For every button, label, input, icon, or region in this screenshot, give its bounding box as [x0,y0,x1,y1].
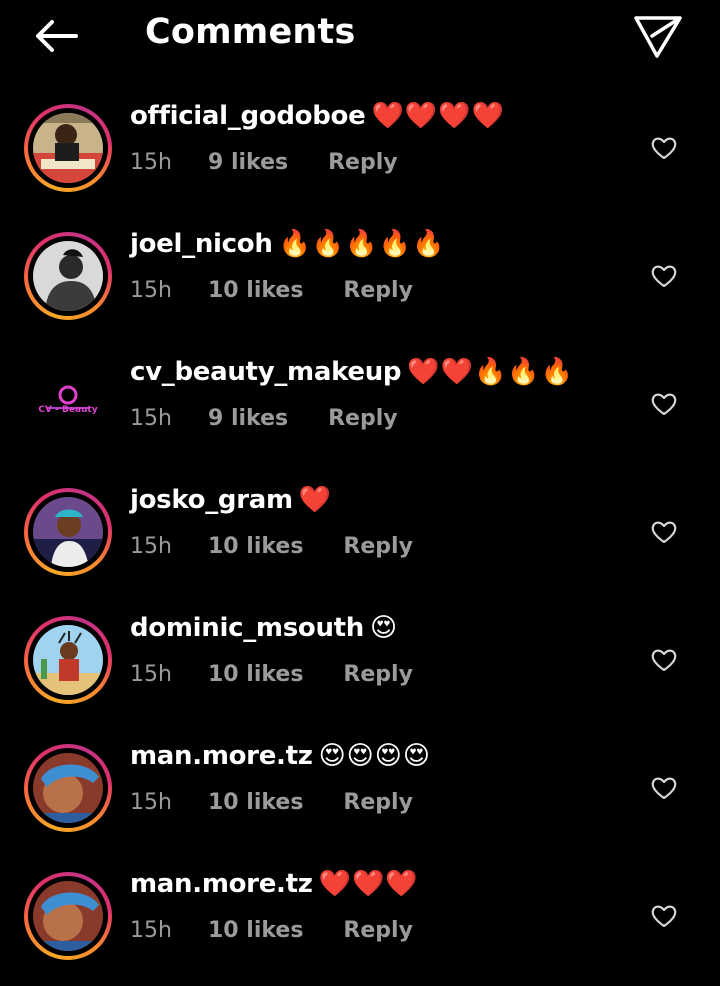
timestamp: 15h [130,918,172,943]
timestamp: 15h [130,150,172,175]
reply-button[interactable]: Reply [343,788,413,818]
like-button[interactable] [650,390,678,418]
story-ring[interactable] [24,232,112,320]
likes-count[interactable]: 10 likes [208,788,303,818]
page-title: Comments [145,12,356,52]
username[interactable]: dominic_msouth [130,613,364,643]
comment-text: ❤️❤️🔥🔥🔥 [407,357,575,387]
like-button[interactable] [650,902,678,930]
top-bar: Comments [0,0,720,72]
avatar [33,497,103,567]
username[interactable]: joel_nicoh [130,229,273,259]
comment-row: official_godoboe ❤️❤️❤️❤️ 15h 9 likes Reply [0,90,720,218]
comment-text: ❤️❤️❤️ [318,869,419,899]
comment-row: man.more.tz 😍😍😍😍 15h 10 likes Reply [0,730,720,858]
likes-count[interactable]: 9 likes [208,404,288,434]
arrow-left-icon [36,20,78,52]
comment-text: 🔥🔥🔥🔥🔥 [278,229,446,259]
comment-row: man.more.tz ❤️❤️❤️ 15h 10 likes Reply [0,858,720,986]
likes-count[interactable]: 10 likes [208,660,303,690]
avatar [33,753,103,823]
timestamp: 15h [130,406,172,431]
like-button[interactable] [650,646,678,674]
avatar [33,881,103,951]
comment-text: ❤️ [298,485,333,515]
reply-button[interactable]: Reply [343,276,413,306]
timestamp: 15h [130,790,172,815]
username[interactable]: official_godoboe [130,101,366,131]
story-ring[interactable] [24,616,112,704]
avatar: CV - Beauty [33,369,103,439]
like-button[interactable] [650,134,678,162]
like-button[interactable] [650,518,678,546]
avatar-logo-text: CV - Beauty [38,405,98,415]
heart-icon [651,905,677,928]
timestamp: 15h [130,278,172,303]
comment-row: CV - Beauty cv_beauty_makeup ❤️❤️🔥🔥🔥 15h 9… [0,346,720,474]
send-icon [634,16,682,58]
heart-icon [651,137,677,160]
avatar [33,241,103,311]
heart-icon [651,265,677,288]
like-button[interactable] [650,262,678,290]
reply-button[interactable]: Reply [328,148,398,178]
comment-text: 😍 [370,613,399,643]
heart-icon [651,649,677,672]
likes-count[interactable]: 9 likes [208,148,288,178]
story-ring[interactable] [24,744,112,832]
avatar [33,113,103,183]
back-button[interactable] [28,12,84,60]
share-button[interactable] [630,10,686,62]
reply-button[interactable]: Reply [343,532,413,562]
comment-row: joel_nicoh 🔥🔥🔥🔥🔥 15h 10 likes Reply [0,218,720,346]
story-ring[interactable] [24,104,112,192]
heart-icon [651,393,677,416]
comment-text: 😍😍😍😍 [318,741,431,771]
reply-button[interactable]: Reply [343,660,413,690]
username[interactable]: cv_beauty_makeup [130,357,402,387]
story-ring[interactable] [24,488,112,576]
reply-button[interactable]: Reply [328,404,398,434]
avatar [33,625,103,695]
story-ring[interactable] [24,872,112,960]
likes-count[interactable]: 10 likes [208,276,303,306]
heart-icon [651,521,677,544]
username[interactable]: josko_gram [130,485,293,515]
reply-button[interactable]: Reply [343,916,413,946]
avatar-frame[interactable]: CV - Beauty [24,360,112,448]
timestamp: 15h [130,662,172,687]
like-button[interactable] [650,774,678,802]
comment-row: dominic_msouth 😍 15h 10 likes Reply [0,602,720,730]
likes-count[interactable]: 10 likes [208,916,303,946]
username[interactable]: man.more.tz [130,869,313,899]
likes-count[interactable]: 10 likes [208,532,303,562]
heart-icon [651,777,677,800]
username[interactable]: man.more.tz [130,741,313,771]
comment-text: ❤️❤️❤️❤️ [371,101,505,131]
timestamp: 15h [130,534,172,559]
comment-row: josko_gram ❤️ 15h 10 likes Reply [0,474,720,602]
